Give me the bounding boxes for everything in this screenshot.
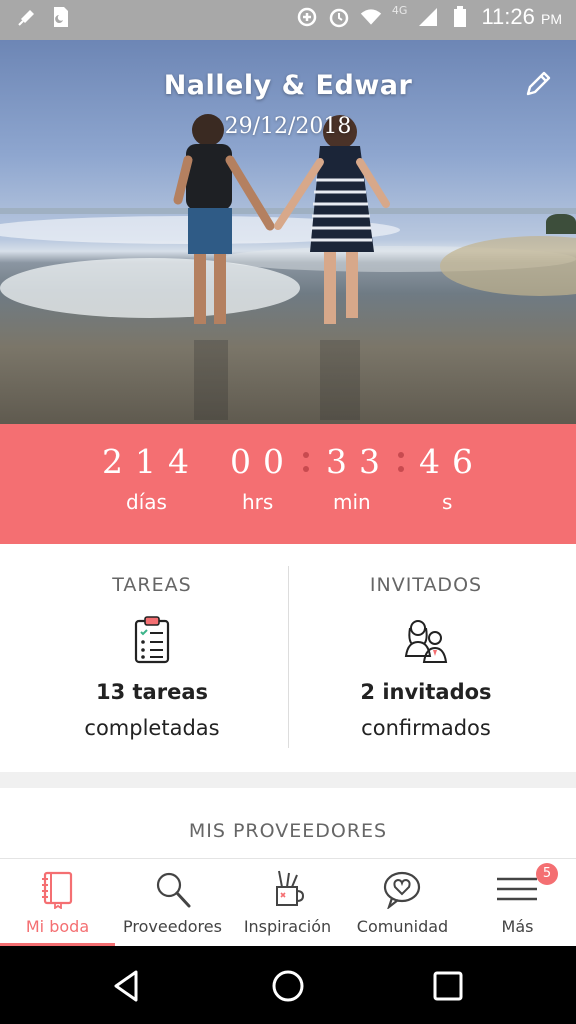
mic-off-icon xyxy=(16,6,38,28)
days-label: días xyxy=(126,490,167,514)
heart-chat-icon xyxy=(383,871,421,909)
clock: 11:26 PM xyxy=(481,4,562,29)
network-type: 4G xyxy=(391,3,408,17)
pencil-icon xyxy=(526,71,551,96)
couple-illustration xyxy=(173,114,390,420)
pencil-cup-icon xyxy=(276,870,305,906)
section-gap xyxy=(0,772,576,788)
search-icon xyxy=(156,872,191,908)
countdown-hours: 00 xyxy=(230,442,296,481)
countdown-seconds: 46 xyxy=(419,442,485,481)
nav-item-inspiracion[interactable]: Inspiración xyxy=(230,859,345,947)
back-icon[interactable] xyxy=(108,968,144,1004)
hours-label: hrs xyxy=(242,490,274,514)
bottom-nav: Mi boda Proveedores Inspiración Comunida… xyxy=(0,858,576,947)
nav-label: Proveedores xyxy=(123,917,222,936)
recents-icon[interactable] xyxy=(430,968,466,1004)
time-separator xyxy=(398,446,404,476)
wedding-date: 29/12/2018 xyxy=(224,114,352,139)
countdown-minutes: 33 xyxy=(326,442,392,481)
battery-icon xyxy=(449,6,471,28)
hero-photo: Nallely & Edwar 29/12/2018 xyxy=(0,40,576,424)
couple-names: Nallely & Edwar xyxy=(163,70,413,101)
guests-card[interactable]: INVITADOS 2 invitados confirmados xyxy=(282,544,570,772)
status-bar: 4G 11:26 PM xyxy=(0,0,576,40)
providers-title: MIS PROVEEDORES xyxy=(188,820,388,842)
nav-label: Inspiración xyxy=(243,917,332,936)
notebook-icon xyxy=(42,871,73,909)
alarm-icon xyxy=(328,6,350,28)
guests-icon xyxy=(404,620,448,663)
divider xyxy=(288,566,289,748)
countdown-days: 214 xyxy=(102,442,201,481)
sim-icon xyxy=(50,6,72,28)
notification-badge: 5 xyxy=(536,863,558,885)
guests-count: 2 invitados xyxy=(360,680,492,704)
wifi-icon xyxy=(360,6,382,28)
countdown: 214 00 33 46 días hrs min s xyxy=(0,424,576,544)
home-icon[interactable] xyxy=(270,968,306,1004)
guests-title: INVITADOS xyxy=(369,574,483,596)
tasks-title: TAREAS xyxy=(112,574,192,596)
guests-subtitle: confirmados xyxy=(361,716,491,740)
nav-label: Comunidad xyxy=(356,917,449,936)
data-saver-icon xyxy=(296,6,318,28)
providers-section[interactable]: MIS PROVEEDORES xyxy=(0,788,576,860)
edit-button[interactable] xyxy=(522,68,554,100)
tasks-subtitle: completadas xyxy=(84,716,220,740)
nav-item-comunidad[interactable]: Comunidad xyxy=(345,859,460,947)
seconds-label: s xyxy=(442,490,453,514)
nav-label: Mi boda xyxy=(25,917,90,936)
menu-icon xyxy=(497,877,537,901)
nav-item-proveedores[interactable]: Proveedores xyxy=(115,859,230,947)
clipboard-checklist-icon xyxy=(134,616,170,664)
tasks-card[interactable]: TAREAS 13 tareas completadas xyxy=(8,544,296,772)
nav-item-mas[interactable]: 5 Más xyxy=(460,859,575,947)
system-nav-bar xyxy=(0,946,576,1024)
nav-item-mi-boda[interactable]: Mi boda xyxy=(0,859,115,947)
signal-icon xyxy=(417,6,439,28)
minutes-label: min xyxy=(333,490,371,514)
tasks-count: 13 tareas xyxy=(95,680,208,704)
nav-label: Más xyxy=(501,917,534,936)
time-separator xyxy=(303,446,309,476)
